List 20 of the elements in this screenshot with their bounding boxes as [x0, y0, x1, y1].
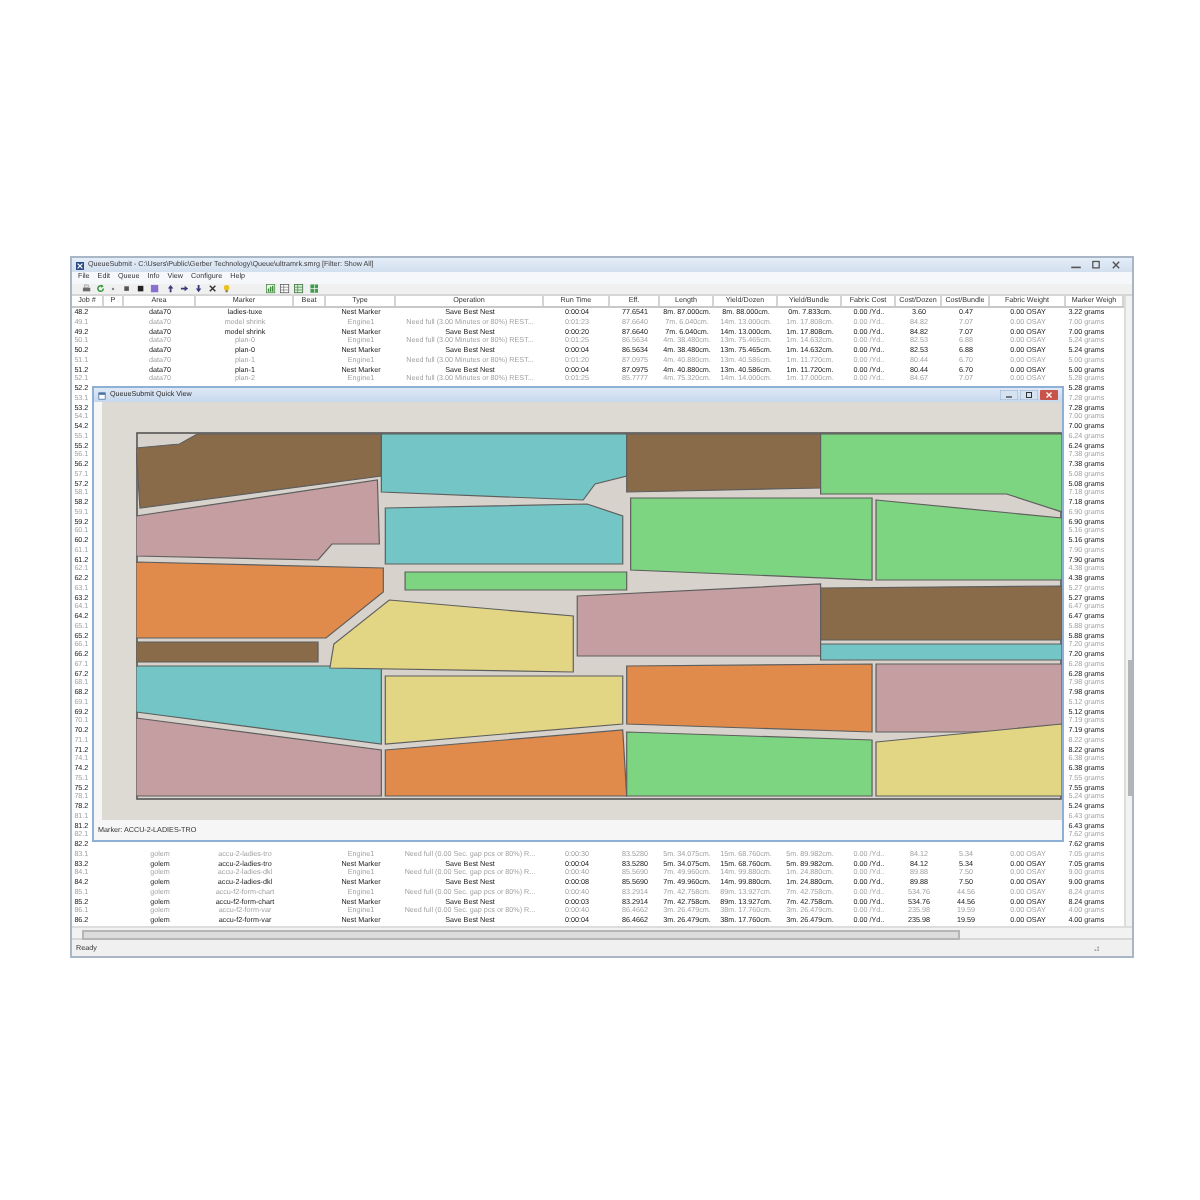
table-icon[interactable] — [294, 283, 305, 294]
close-icon[interactable] — [1108, 260, 1124, 270]
table-icon[interactable] — [280, 283, 290, 294]
chart-icon[interactable] — [266, 283, 276, 294]
right-arrow-icon[interactable] — [179, 283, 189, 294]
printer-icon[interactable] — [82, 283, 92, 294]
grid-icon[interactable] — [309, 283, 319, 294]
cross-icon[interactable] — [208, 283, 218, 294]
horizontal-scrollbar[interactable] — [72, 925, 1132, 938]
refresh-icon[interactable] — [96, 283, 106, 294]
scrollbar-thumb[interactable] — [1127, 660, 1131, 796]
maximize-icon[interactable] — [1088, 260, 1104, 270]
up-arrow-icon[interactable] — [165, 283, 175, 294]
close-icon[interactable] — [1040, 390, 1058, 400]
down-arrow-icon[interactable] — [193, 283, 203, 294]
vertical-scrollbar[interactable] — [1124, 296, 1132, 926]
dot-icon[interactable] — [110, 285, 117, 292]
maximize-icon[interactable] — [1020, 390, 1038, 400]
square-icon[interactable] — [136, 283, 146, 294]
scrollbar-thumb[interactable] — [82, 929, 960, 940]
